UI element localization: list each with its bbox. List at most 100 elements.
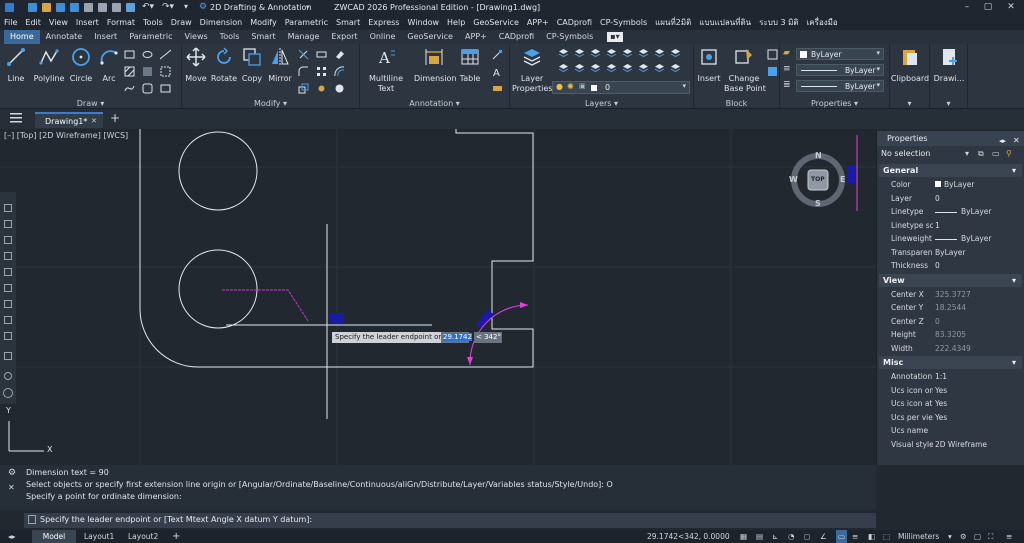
ellipse-icon[interactable]	[142, 49, 153, 60]
print-setup-icon[interactable]	[112, 3, 121, 12]
tab-tools[interactable]: Tools	[214, 30, 246, 44]
tab-insert[interactable]: Insert	[88, 30, 123, 44]
left-tool-4-icon[interactable]	[4, 252, 12, 260]
tab-cadprofi[interactable]: CADprofi	[493, 30, 540, 44]
general-collapse-icon[interactable]: ▾	[1012, 164, 1016, 177]
command-line[interactable]: Specify the leader endpoint or [Text Mte…	[24, 513, 876, 528]
multiline-text-button[interactable]: A Multiline Text	[368, 47, 404, 94]
menu-file[interactable]: File	[4, 15, 17, 30]
array-icon[interactable]	[316, 66, 327, 77]
layer-tool-7-icon[interactable]	[654, 48, 665, 59]
save-as-icon[interactable]	[70, 3, 79, 12]
circle-button[interactable]: Circle	[68, 47, 94, 84]
undo-icon[interactable]: ↶▾	[142, 2, 154, 12]
transparency-toggle-icon[interactable]: ◧	[868, 530, 875, 543]
layer-tool-16-icon[interactable]	[670, 63, 681, 74]
menu-thai-land-plan[interactable]: แบบแปลนที่ดิน	[699, 15, 751, 30]
layer-tool-14-icon[interactable]	[638, 63, 649, 74]
command-settings-icon[interactable]: ⚙	[8, 468, 16, 478]
scale-icon[interactable]	[298, 83, 309, 94]
viewcube-west[interactable]: W	[789, 175, 798, 184]
view-section-header[interactable]: View ▾	[879, 273, 1022, 287]
layer-tool-12-icon[interactable]	[606, 63, 617, 74]
layer-tool-11-icon[interactable]	[590, 63, 601, 74]
snap-toggle-icon[interactable]: ▦	[740, 530, 747, 543]
linetype-dropdown[interactable]: ByLayer ▾	[796, 64, 884, 76]
misc-section-header[interactable]: Misc ▾	[879, 356, 1022, 369]
menu-view[interactable]: View	[49, 15, 68, 30]
layout1-tab[interactable]: Layout1	[84, 530, 114, 543]
dynamic-input-angle[interactable]: < 342°	[474, 332, 502, 343]
upper-circle[interactable]	[178, 131, 258, 211]
selection-dropdown[interactable]: No selection	[881, 149, 930, 158]
prop-row-width[interactable]: Width 222.4349	[877, 342, 1024, 356]
menu-draw[interactable]: Draw	[171, 15, 192, 30]
workspace-dropdown-icon[interactable]: ▾	[306, 3, 310, 11]
prop-row-linetype-scale[interactable]: Linetype sc...1	[877, 219, 1024, 233]
close-window-button[interactable]: ✕	[1004, 1, 1018, 13]
tab-annotate[interactable]: Annotate	[40, 30, 89, 44]
customize-status-icon[interactable]: ≡	[1006, 530, 1012, 543]
layer-tool-6-icon[interactable]	[638, 48, 649, 59]
grid-toggle-icon[interactable]: ▤	[756, 530, 763, 543]
viewcube-south[interactable]: S	[815, 199, 821, 208]
fillet-icon[interactable]	[298, 66, 309, 77]
properties-palette-header[interactable]: Properties ◂▸ ✕	[877, 131, 1024, 146]
layout-nav-icon[interactable]: ◂▸	[8, 530, 16, 543]
menu-format[interactable]: Format	[107, 15, 135, 30]
new-tab-button[interactable]: +	[110, 111, 120, 125]
wipeout-icon[interactable]	[160, 83, 171, 94]
left-tool-5-icon[interactable]	[4, 268, 12, 276]
prop-row-color[interactable]: Color ByLayer	[877, 178, 1024, 192]
dyn-toggle-icon[interactable]: ▭	[836, 530, 848, 543]
maximize-button[interactable]: ▢	[981, 1, 995, 13]
leader-icon[interactable]	[492, 49, 503, 60]
arc-button[interactable]: Arc	[98, 47, 120, 84]
app-logo-icon[interactable]	[5, 3, 14, 12]
new-layout-icon[interactable]: +	[172, 530, 180, 543]
linetype-icon[interactable]: ≡	[783, 64, 791, 74]
tab-views[interactable]: Views	[179, 30, 214, 44]
layer-tool-13-icon[interactable]	[622, 63, 633, 74]
lineweight-dropdown[interactable]: ByLayer ▾	[796, 80, 884, 92]
mirror-button[interactable]: Mirror	[266, 47, 294, 84]
misc-collapse-icon[interactable]: ▾	[1012, 356, 1016, 369]
open-file-icon[interactable]	[42, 3, 51, 12]
grip-2[interactable]	[476, 309, 494, 329]
prop-row-ucs-icon-at-origin[interactable]: Ucs icon at ...Yes	[877, 397, 1024, 411]
layer-tool-3-icon[interactable]	[590, 48, 601, 59]
prop-row-height[interactable]: Height 83.3205	[877, 328, 1024, 342]
properties-qa-icon[interactable]	[126, 3, 135, 12]
color-dropdown[interactable]: ByLayer ▾	[796, 48, 884, 60]
lock-status-icon[interactable]: ▢	[974, 530, 981, 543]
command-close-icon[interactable]: ✕	[8, 483, 15, 492]
quick-select-icon[interactable]: ⚲	[1006, 149, 1012, 158]
save-icon[interactable]	[56, 3, 65, 12]
menu-app-plus[interactable]: APP+	[527, 15, 549, 30]
menu-window[interactable]: Window	[407, 15, 439, 30]
rectangle-icon[interactable]	[124, 49, 135, 60]
prop-row-lineweight[interactable]: Lineweight ByLayer	[877, 232, 1024, 246]
menu-thai-tools[interactable]: เครื่องมือ	[807, 15, 838, 30]
gradient-icon[interactable]	[142, 66, 153, 77]
fullscreen-icon[interactable]: ⛶	[988, 530, 993, 543]
document-tab-drawing1[interactable]: Drawing1* ✕	[35, 112, 103, 128]
prop-row-thickness[interactable]: Thickness 0	[877, 259, 1024, 273]
block-edit-icon[interactable]	[767, 49, 778, 60]
menu-smart[interactable]: Smart	[336, 15, 360, 30]
prop-row-ucs-name[interactable]: Ucs name	[877, 424, 1024, 438]
menu-edit[interactable]: Edit	[25, 15, 41, 30]
menu-parametric[interactable]: Parametric	[285, 15, 328, 30]
menu-geoservice[interactable]: GeoService	[473, 15, 519, 30]
layer-tool-8-icon[interactable]	[670, 48, 681, 59]
menu-hamburger-icon[interactable]	[10, 113, 22, 123]
layer-tool-2-icon[interactable]	[574, 48, 585, 59]
close-tab-icon[interactable]: ✕	[91, 117, 97, 125]
lineweight-toggle-icon[interactable]: ≡	[852, 530, 858, 543]
print-icon[interactable]	[84, 3, 93, 12]
dynamic-input-length[interactable]: 29.1742	[441, 332, 472, 343]
tab-app-plus[interactable]: APP+	[459, 30, 493, 44]
hatch-icon[interactable]	[124, 66, 135, 77]
table-button[interactable]: Table	[458, 47, 482, 84]
minimize-button[interactable]: –	[960, 1, 974, 13]
